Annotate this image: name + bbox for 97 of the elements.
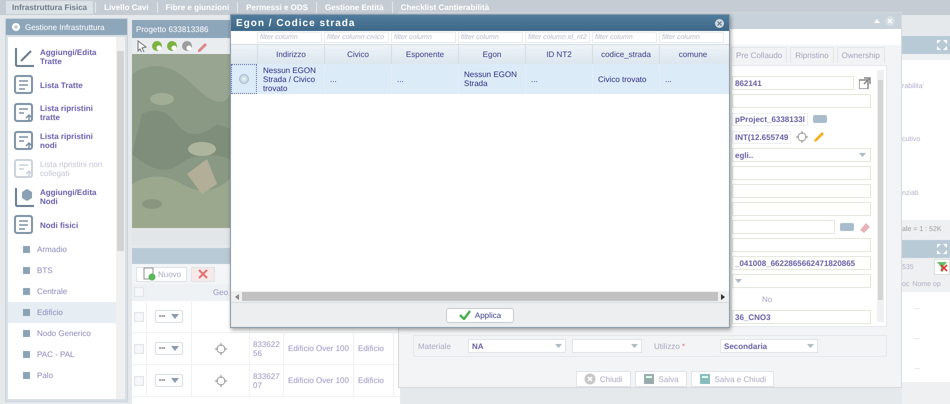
dialog-title: Egon / Codice strada <box>236 18 356 28</box>
scroll-left-icon[interactable] <box>234 294 240 300</box>
clear-filter-button[interactable] <box>934 259 950 275</box>
select-field[interactable]: Secondaria <box>720 339 818 354</box>
circle-icon[interactable] <box>166 40 178 52</box>
table-row[interactable]: Nessun EGON Strada / Civico trovato ... ... Nessun EGON Strada ... Civico trovato ... <box>231 64 729 94</box>
tool-item[interactable]: Lista Tratte <box>8 71 116 99</box>
row-checkbox[interactable] <box>134 344 144 354</box>
input-field[interactable]: _041008_6622865662471820865 <box>732 256 871 270</box>
list-document-icon <box>13 74 35 96</box>
input-field[interactable] <box>732 220 835 234</box>
circle-icon[interactable] <box>181 40 193 52</box>
check-icon <box>458 310 471 320</box>
ruler-cube-icon <box>13 186 35 208</box>
target-icon[interactable] <box>214 374 226 386</box>
tool-item[interactable]: Lista ripristini nodi <box>8 127 116 155</box>
table-cell: Nessun EGON Strada / Civico trovato <box>257 64 324 94</box>
close-icon <box>197 268 210 280</box>
panel-title: Gestione Infrastruttura <box>25 22 105 32</box>
close-icon[interactable] <box>715 18 724 28</box>
caret-icon <box>555 344 562 348</box>
table-cell: ... <box>391 64 458 94</box>
list-document-icon <box>13 214 35 236</box>
close-icon <box>584 373 596 385</box>
scrollbar[interactable] <box>116 37 125 399</box>
table-cell: Edificio <box>354 365 394 396</box>
tool-item[interactable]: Lista ripristini tratte <box>8 99 116 127</box>
scrollbar[interactable] <box>877 70 884 322</box>
pencil-icon[interactable] <box>813 131 826 144</box>
node-type-item[interactable]: BTS <box>8 260 116 281</box>
table-cell: ... <box>324 64 391 94</box>
radio-label: No <box>761 294 772 304</box>
gear-icon <box>11 22 21 32</box>
table-cell: Edificio <box>354 333 394 364</box>
select-field[interactable]: egli.. <box>732 148 871 162</box>
table-cell: Civico trovato <box>592 64 659 94</box>
eraser-icon[interactable] <box>859 221 871 234</box>
menu-item[interactable]: Infrastruttura Fisica <box>6 1 94 14</box>
popout-icon[interactable] <box>859 77 871 90</box>
list-upload-icon <box>13 102 35 124</box>
list-upload-icon <box>13 158 35 180</box>
scrollbar[interactable] <box>231 291 729 302</box>
field-value: INT(12.655749 <box>732 130 792 144</box>
list-upload-icon <box>13 130 35 152</box>
node-type-item[interactable]: Centrale <box>8 281 116 302</box>
minimize-icon[interactable] <box>873 17 881 26</box>
apply-button[interactable]: Applica <box>446 308 514 322</box>
input-field[interactable] <box>732 238 871 252</box>
node-type-item[interactable]: PAC - PAL <box>8 344 116 365</box>
tool-item[interactable]: Aggiungi/Edita Tratte <box>8 43 116 71</box>
delete-button[interactable] <box>191 266 216 282</box>
input-field[interactable]: 36_CNO3 <box>732 310 871 324</box>
target-icon[interactable] <box>796 131 808 144</box>
node-type-item[interactable]: Palo <box>8 365 116 386</box>
row-checkbox[interactable] <box>134 312 144 322</box>
tool-item[interactable]: Aggiungi/Edita Nodi <box>8 183 116 211</box>
table-cell: ... <box>525 64 592 94</box>
pencil-icon[interactable] <box>196 40 208 52</box>
add-document-icon <box>142 267 156 281</box>
circle-icon[interactable] <box>151 40 163 52</box>
table-cell: Edificio Over 100 <box>284 365 354 396</box>
field-value: pProject_6338133l <box>732 112 808 126</box>
input-field[interactable] <box>732 94 871 108</box>
table-cell: Nessun EGON Strada <box>458 64 525 94</box>
node-type-item[interactable]: Nodo Generico <box>8 323 116 344</box>
caret-icon <box>171 346 179 351</box>
select-field[interactable]: NA <box>468 339 566 354</box>
radio-button[interactable] <box>239 74 249 84</box>
expand-icon[interactable] <box>937 244 947 254</box>
target-icon[interactable] <box>214 342 226 354</box>
field-label: Utilizzo * <box>654 342 686 351</box>
caret-icon <box>735 279 742 284</box>
input-field[interactable]: 862141 <box>732 76 854 90</box>
table-cell: 83362256 <box>250 333 284 364</box>
caret-icon <box>807 344 814 348</box>
input-field[interactable] <box>732 202 871 216</box>
caret-icon <box>631 344 638 348</box>
caret-icon <box>859 153 866 158</box>
select-field[interactable] <box>572 339 642 354</box>
ruler-line-icon <box>13 46 35 68</box>
scroll-right-icon[interactable] <box>720 294 726 300</box>
node-type-item[interactable]: Edificio <box>8 302 116 323</box>
funnel-cross-icon <box>936 261 948 273</box>
select-field[interactable] <box>732 274 871 288</box>
table-cell: ... <box>659 64 726 94</box>
caret-icon <box>171 314 179 319</box>
caret-icon <box>171 378 179 383</box>
input-field[interactable] <box>732 166 871 180</box>
input-field[interactable] <box>732 184 871 198</box>
row-checkbox[interactable] <box>134 376 144 386</box>
node-type-item[interactable]: Armadio <box>8 239 116 260</box>
table-cell: Edificio Over 100 <box>284 333 354 364</box>
table-cell: 83362707 <box>250 365 284 396</box>
expand-icon[interactable] <box>937 40 947 50</box>
pointer-icon[interactable] <box>136 40 148 52</box>
tool-item[interactable]: Nodi fisici <box>8 211 116 239</box>
field-label: Materiale <box>418 342 452 351</box>
